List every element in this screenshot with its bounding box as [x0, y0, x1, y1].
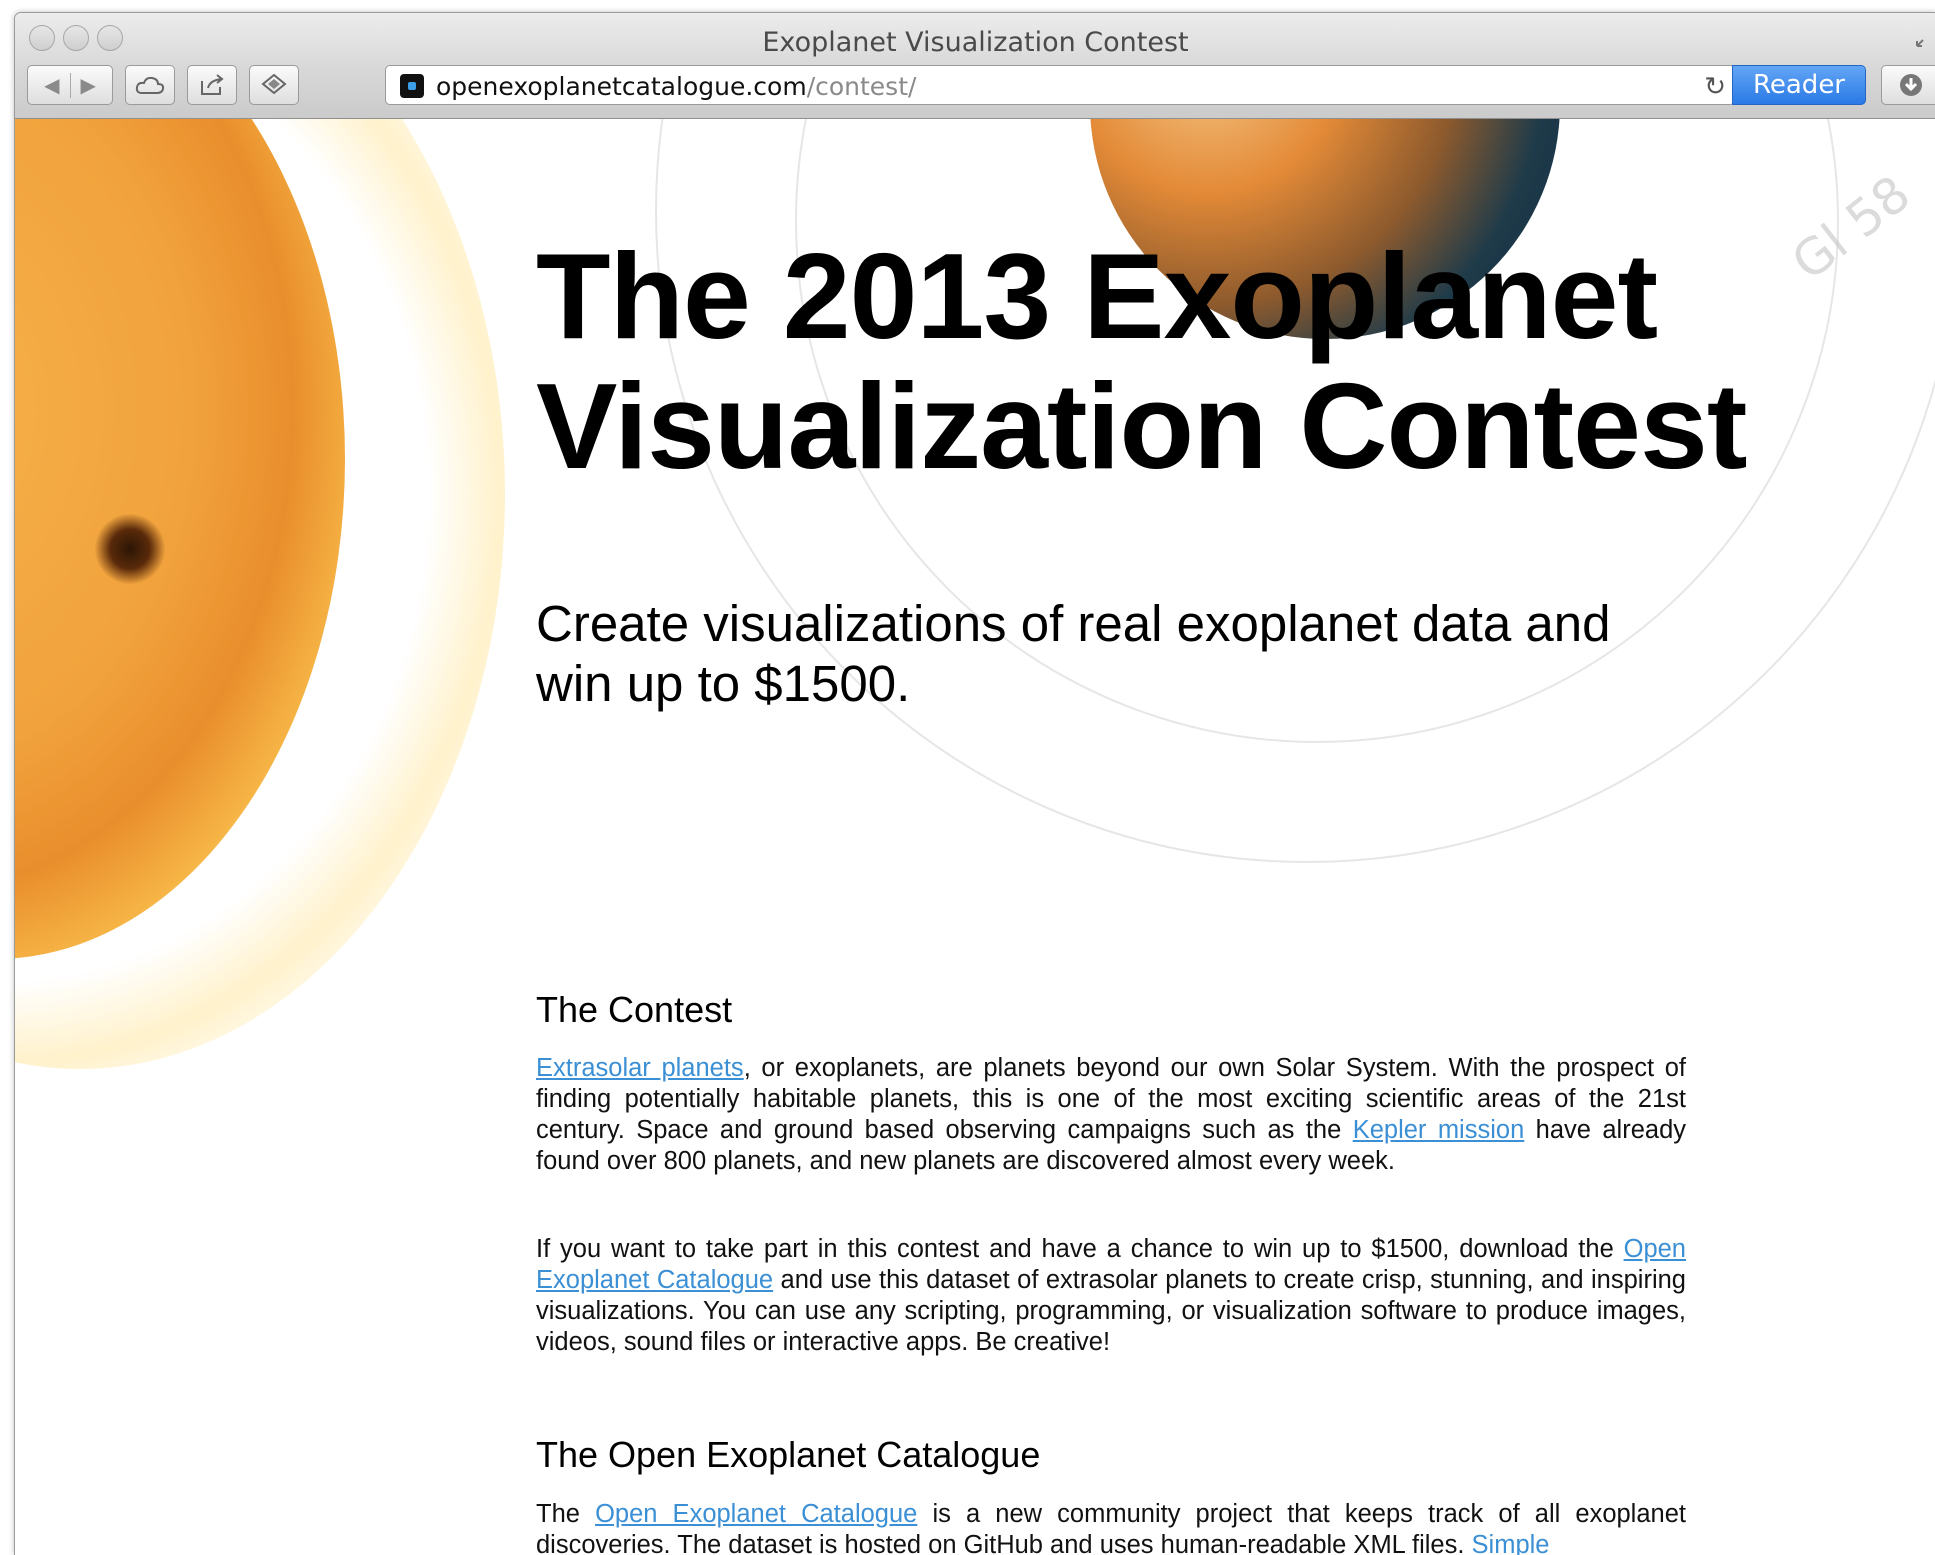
sunspot-graphic: [95, 514, 165, 584]
browser-window: Exoplanet Visualization Contest ◀ ▶ open…: [14, 12, 1935, 1555]
open-exoplanet-catalogue-link[interactable]: Open Exoplanet Catalogue: [595, 1500, 917, 1528]
back-forward-buttons: ◀ ▶: [27, 65, 113, 105]
page-content: Gl 58 The 2013 Exoplanet Visualization C…: [15, 119, 1935, 1555]
contest-paragraph-1: Extrasolar planets, or exoplanets, are p…: [536, 1053, 1686, 1177]
catalogue-paragraph-1: The Open Exoplanet Catalogue is a new co…: [536, 1499, 1686, 1555]
share-button[interactable]: [187, 65, 237, 105]
section-heading-contest: The Contest: [536, 989, 733, 1030]
site-favicon-icon: [400, 74, 424, 98]
url-path: /contest/: [806, 72, 917, 101]
page-title-line1: The 2013 Exoplanet: [536, 228, 1658, 364]
icloud-tabs-button[interactable]: [125, 65, 175, 105]
share-icon: [201, 74, 224, 95]
url-text[interactable]: openexoplanetcatalogue.com/contest/: [436, 72, 916, 101]
layers-icon: [261, 73, 287, 95]
forward-icon[interactable]: ▶: [71, 73, 96, 98]
cloud-icon: [135, 76, 165, 94]
simple-link[interactable]: Simple: [1472, 1531, 1550, 1555]
fullscreen-icon[interactable]: [1914, 27, 1935, 49]
section-heading-catalogue: The Open Exoplanet Catalogue: [536, 1434, 1041, 1475]
contest-paragraph-2: If you want to take part in this contest…: [536, 1234, 1686, 1358]
url-domain: openexoplanetcatalogue.com: [436, 72, 807, 101]
download-icon: [1900, 74, 1922, 96]
tagline: Create visualizations of real exoplanet …: [536, 595, 1611, 712]
extrasolar-planets-link[interactable]: Extrasolar planets: [536, 1054, 744, 1082]
kepler-mission-link[interactable]: Kepler mission: [1353, 1116, 1525, 1144]
page-title-line2: Visualization Contest: [536, 358, 1747, 494]
paragraph-text: If you want to take part in this contest…: [536, 1235, 1624, 1263]
page-title: The 2013 Exoplanet Visualization Contest: [536, 231, 1935, 491]
back-icon[interactable]: ◀: [44, 72, 71, 98]
paragraph-text: The: [536, 1500, 596, 1528]
reload-icon[interactable]: ↻: [1704, 71, 1726, 102]
reader-button[interactable]: Reader: [1732, 65, 1866, 105]
address-bar[interactable]: openexoplanetcatalogue.com/contest/ ↻: [385, 65, 1735, 105]
reading-list-button[interactable]: [249, 65, 299, 105]
browser-titlebar: Exoplanet Visualization Contest ◀ ▶ open…: [15, 13, 1935, 119]
downloads-button[interactable]: [1881, 65, 1935, 105]
window-title: Exoplanet Visualization Contest: [762, 27, 1189, 58]
